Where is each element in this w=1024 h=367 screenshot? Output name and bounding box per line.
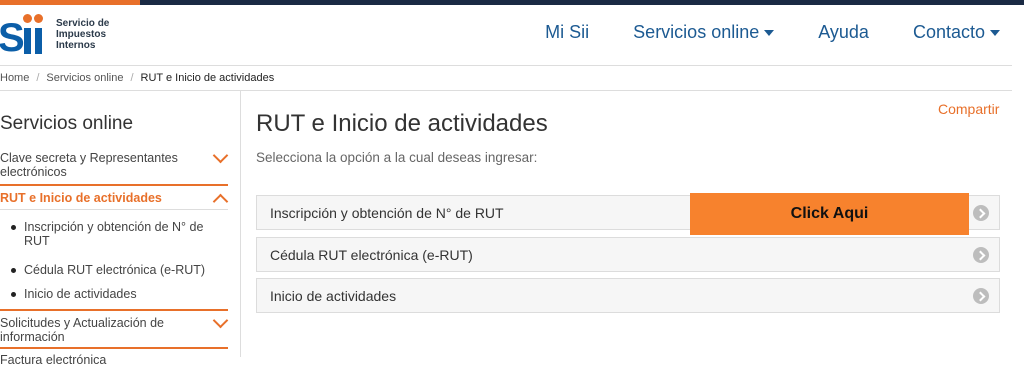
logo-text-line-2: Impuestos [56, 28, 107, 40]
sidebar-subitem-cedula[interactable]: Cédula RUT electrónica (e-RUT) [11, 263, 224, 277]
share-link[interactable]: Compartir [938, 101, 999, 117]
bullet-icon [11, 268, 16, 273]
nav-mi-sii[interactable]: Mi Sii [545, 22, 589, 43]
sidebar-subitem-label: Cédula RUT electrónica (e-RUT) [24, 263, 206, 277]
caret-down-icon [764, 29, 775, 36]
sii-logo[interactable]: S Servicio de Impuestos Internos [0, 12, 109, 58]
sidebar-subitem-inscripcion[interactable]: Inscripción y obtención de N° de RUT [11, 220, 224, 248]
logo-text: Servicio de Impuestos Internos [56, 18, 109, 51]
sidebar-subitem-label: Inscripción y obtención de N° de RUT [24, 220, 204, 248]
nav-label: Mi Sii [545, 22, 590, 42]
chevron-down-icon [212, 147, 229, 164]
breadcrumb-separator: / [36, 72, 40, 84]
sidebar-subitem-label: Inicio de actividades [24, 287, 137, 301]
arrow-right-circle-icon [973, 288, 989, 304]
bullet-icon [11, 292, 16, 297]
option-label: Inicio de actividades [270, 288, 397, 304]
breadcrumb: Home / Servicios online / RUT e Inicio d… [0, 65, 1012, 91]
nav-ayuda[interactable]: Ayuda [818, 22, 869, 43]
chevron-down-icon [212, 312, 229, 329]
main-nav: Mi Sii Servicios online Ayuda Contacto [501, 22, 1000, 43]
option-inicio-actividades[interactable]: Inicio de actividades [256, 278, 1000, 313]
top-accent-bar [0, 0, 140, 5]
sidebar-section-solicitudes[interactable]: Solicitudes y Actualización de informaci… [0, 312, 229, 344]
section-divider [0, 209, 228, 210]
bullet-icon [11, 225, 16, 230]
option-cedula-erut[interactable]: Cédula RUT electrónica (e-RUT) [256, 237, 1000, 272]
nav-servicios-online[interactable]: Servicios online [633, 22, 775, 43]
arrow-right-circle-icon [973, 205, 989, 221]
section-divider [0, 184, 228, 186]
sidebar-section-label: Clave secreta y Representantes electróni… [0, 151, 178, 179]
sidebar-section-rut[interactable]: RUT e Inicio de actividades [0, 191, 229, 210]
click-here-overlay-button[interactable]: Click Aqui [690, 193, 969, 235]
logo-text-line-3: Internos [56, 39, 96, 51]
caret-down-icon [990, 29, 1000, 36]
nav-label: Contacto [912, 22, 985, 42]
arrow-right-circle-icon [973, 247, 989, 263]
sidebar-section-label: RUT e Inicio de actividades [0, 191, 162, 205]
sidebar-title: Servicios online [0, 113, 134, 134]
nav-contacto[interactable]: Contacto [913, 22, 1000, 43]
nav-label: Ayuda [818, 22, 869, 42]
logo-text-line-1: Servicio de [56, 17, 110, 29]
option-label: Inscripción y obtención de N° de RUT [270, 205, 504, 221]
top-color-bar [0, 0, 1024, 5]
page-title: RUT e Inicio de actividades [256, 110, 548, 137]
sidebar-subitem-inicio[interactable]: Inicio de actividades [11, 287, 224, 301]
breadcrumb-separator: / [130, 72, 134, 84]
sii-logo-mark: S [0, 12, 50, 58]
breadcrumb-home[interactable]: Home [0, 72, 29, 84]
sidebar-section-label: Factura electrónica [0, 353, 107, 367]
section-divider [0, 347, 228, 349]
nav-label: Servicios online [633, 22, 760, 42]
sidebar-section-clave-secreta[interactable]: Clave secreta y Representantes electróni… [0, 147, 229, 179]
breadcrumb-servicios-online[interactable]: Servicios online [46, 72, 123, 84]
sidebar-section-label: Solicitudes y Actualización de informaci… [0, 316, 164, 344]
page-subtitle: Selecciona la opción a la cual deseas in… [256, 150, 538, 165]
sidebar-section-factura[interactable]: Factura electrónica [0, 353, 228, 367]
section-divider [0, 309, 228, 311]
sidebar: Servicios online Clave secreta y Represe… [0, 90, 241, 367]
breadcrumb-current: RUT e Inicio de actividades [140, 72, 275, 84]
chevron-up-icon [212, 193, 229, 210]
option-label: Cédula RUT electrónica (e-RUT) [270, 247, 473, 263]
